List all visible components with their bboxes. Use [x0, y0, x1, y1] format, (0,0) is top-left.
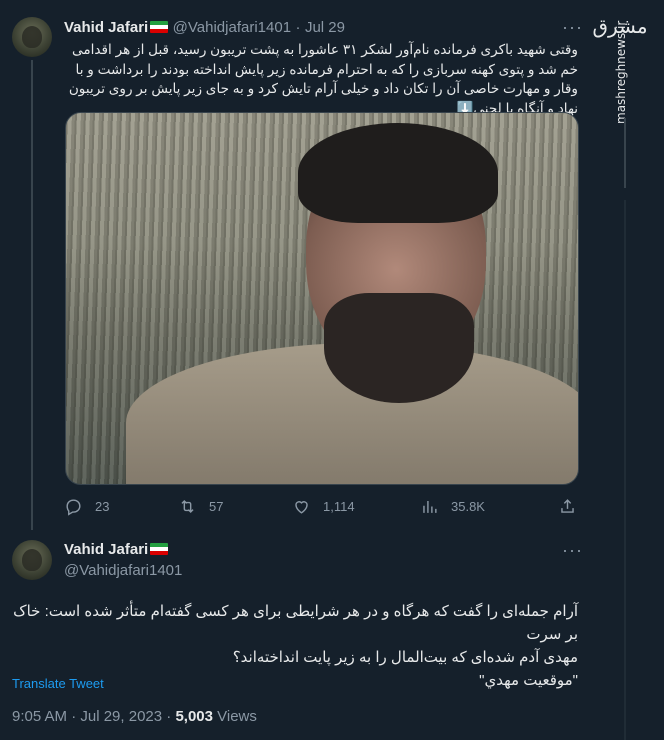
- photo-beard: [324, 293, 474, 403]
- share-button[interactable]: [558, 497, 577, 516]
- author-handle[interactable]: @Vahidjafari1401: [64, 562, 182, 579]
- tweet-timestamp[interactable]: 9:05 AM · Jul 29, 2023 ·: [12, 708, 175, 725]
- tweet2-header: Vahid Jafari: [64, 541, 169, 559]
- tweet-text: وقتی شهید باکری فرمانده نام‌آور لشکر ۳۱ …: [68, 42, 578, 116]
- scrollbar-track[interactable]: [624, 200, 626, 740]
- retweet-icon: [181, 499, 194, 514]
- analytics-icon: [423, 500, 437, 513]
- author-handle[interactable]: @Vahidjafari1401: [173, 19, 291, 36]
- photo-hair: [298, 123, 498, 223]
- view-count: 35.8K: [451, 499, 485, 514]
- iran-flag-icon: [150, 21, 169, 33]
- tweet-text-line: آرام جمله‌ای را گفت که هرگاه و در هر شرا…: [13, 603, 578, 643]
- scrollbar-track-top[interactable]: [624, 118, 626, 188]
- retweet-count: 57: [209, 499, 224, 514]
- dot-separator: ·: [295, 19, 301, 36]
- heart-icon: [295, 501, 308, 514]
- tweet-meta: 9:05 AM · Jul 29, 2023 · 5,003 Views: [12, 708, 257, 725]
- views-count: 5,003: [175, 708, 213, 725]
- views-button[interactable]: 35.8K: [420, 497, 485, 516]
- author-name[interactable]: Vahid Jafari: [64, 541, 148, 558]
- views-label: Views: [212, 708, 257, 725]
- share-icon: [561, 499, 574, 513]
- like-button[interactable]: 1,114: [292, 497, 355, 516]
- like-count: 1,114: [323, 499, 355, 514]
- reply-icon: [66, 499, 81, 516]
- watermark-url: mashreghnews.ir: [600, 21, 644, 128]
- iran-flag-icon: [150, 543, 169, 555]
- reply-count: 23: [95, 499, 110, 514]
- tweet-text-line: مهدی آدم شده‌ای که بیت‌المال را به زیر پ…: [232, 649, 578, 666]
- more-options-icon[interactable]: ···: [562, 540, 583, 561]
- avatar[interactable]: [12, 17, 52, 57]
- avatar[interactable]: [12, 540, 52, 580]
- tweet-photo[interactable]: [65, 112, 579, 485]
- thread-line: [31, 60, 33, 530]
- tweet1-header: Vahid Jafari @Vahidjafari1401 · Jul 29: [64, 19, 345, 37]
- translate-tweet-link[interactable]: Translate Tweet: [12, 676, 104, 691]
- watermark-url-text: mashreghnews.ir: [614, 20, 628, 124]
- author-name[interactable]: Vahid Jafari: [64, 19, 148, 36]
- more-options-icon[interactable]: ···: [562, 17, 583, 38]
- retweet-button[interactable]: 57: [178, 497, 223, 516]
- reply-button[interactable]: 23: [64, 497, 109, 516]
- tweet-date[interactable]: Jul 29: [305, 19, 345, 36]
